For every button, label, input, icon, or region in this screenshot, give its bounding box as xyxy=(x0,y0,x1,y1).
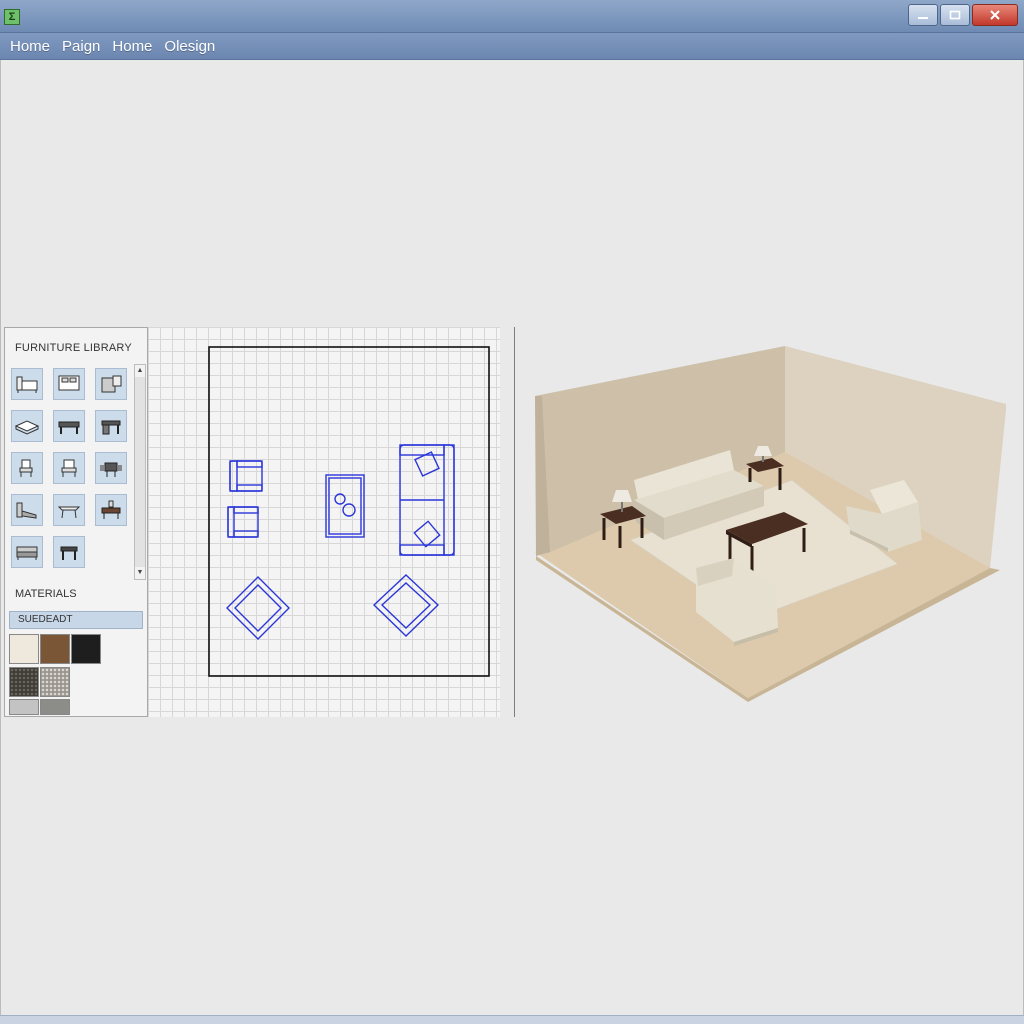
room-outline xyxy=(208,346,490,677)
side-table-icon xyxy=(60,546,78,560)
app-icon: Σ xyxy=(4,9,20,25)
swatch-cream-fabric[interactable] xyxy=(9,634,39,664)
furniture-item-dining-table[interactable] xyxy=(95,452,127,484)
sofa-icon xyxy=(16,546,38,560)
title-bar: Σ xyxy=(0,0,1024,33)
plan-armchair-top[interactable] xyxy=(229,460,263,492)
furniture-item-table[interactable] xyxy=(53,410,85,442)
table-icon xyxy=(58,421,80,434)
furniture-library-panel: FURNITURE LIBRARY ▲ ▼ MATERIALS SUEDEADT xyxy=(4,327,148,717)
maximize-icon xyxy=(949,10,961,20)
close-icon xyxy=(990,10,1000,20)
minimize-button[interactable] xyxy=(908,4,938,26)
scroll-down-icon[interactable]: ▼ xyxy=(135,567,145,579)
furniture-item-mattress[interactable] xyxy=(11,410,43,442)
furniture-item-armchair[interactable] xyxy=(53,452,85,484)
3d-room-render xyxy=(535,346,1006,702)
plan-armchair-bottom[interactable] xyxy=(227,506,259,538)
furniture-item-chair[interactable] xyxy=(11,452,43,484)
dining-table-icon xyxy=(100,462,122,477)
menu-bar: Home Paign Home Olesign xyxy=(0,33,1024,60)
maximize-button[interactable] xyxy=(940,4,970,26)
floor-plan-drawing xyxy=(208,346,490,677)
furniture-item-coffee-table[interactable] xyxy=(53,494,85,526)
swatch-dark-weave[interactable] xyxy=(9,667,39,697)
furniture-item-double-bed[interactable] xyxy=(53,368,85,400)
furniture-item-desk[interactable] xyxy=(95,410,127,442)
desk-icon xyxy=(101,420,121,435)
plan-armchair-left[interactable] xyxy=(226,576,290,640)
status-strip xyxy=(0,1015,1024,1024)
plan-armchair-right[interactable] xyxy=(372,574,440,637)
view-divider[interactable] xyxy=(514,327,515,717)
furniture-item-sofa[interactable] xyxy=(11,536,43,568)
furniture-item-vanity[interactable] xyxy=(95,494,127,526)
materials-title: MATERIALS xyxy=(15,588,77,600)
swatch-light-weave[interactable] xyxy=(40,667,70,697)
furniture-item-dresser[interactable] xyxy=(95,368,127,400)
menu-home-2[interactable]: Home xyxy=(106,38,158,55)
swatch-gray-2[interactable] xyxy=(40,699,70,715)
menu-paign[interactable]: Paign xyxy=(56,38,106,55)
chair-icon xyxy=(19,459,33,477)
furniture-item-bed[interactable] xyxy=(11,368,43,400)
menu-design[interactable]: Olesign xyxy=(158,38,221,55)
menu-home[interactable]: Home xyxy=(4,38,56,55)
material-selected-field[interactable]: SUEDEADT xyxy=(9,611,143,629)
swatch-gray-1[interactable] xyxy=(9,699,39,715)
mattress-icon xyxy=(14,420,40,435)
window-controls xyxy=(908,4,1018,26)
swatch-black[interactable] xyxy=(71,634,101,664)
close-button[interactable] xyxy=(972,4,1018,26)
swatch-walnut-wood[interactable] xyxy=(40,634,70,664)
bench-icon xyxy=(16,502,37,519)
double-bed-icon xyxy=(58,375,80,391)
plan-coffee-table[interactable] xyxy=(325,474,365,538)
furniture-library-title: FURNITURE LIBRARY xyxy=(15,342,132,354)
dresser-icon xyxy=(101,375,122,393)
library-scrollbar[interactable]: ▲ ▼ xyxy=(134,364,146,580)
coffee-table-icon xyxy=(57,506,81,519)
armchair-icon xyxy=(61,459,77,477)
3d-room-view[interactable] xyxy=(520,330,1020,710)
furniture-item-side-table[interactable] xyxy=(53,536,85,568)
floor-plan-canvas[interactable] xyxy=(148,327,500,717)
plan-sofa[interactable] xyxy=(399,444,455,556)
vanity-icon xyxy=(101,500,121,519)
scroll-up-icon[interactable]: ▲ xyxy=(135,365,145,377)
furniture-item-bench[interactable] xyxy=(11,494,43,526)
minimize-icon xyxy=(918,17,928,19)
bed-icon xyxy=(16,376,38,393)
